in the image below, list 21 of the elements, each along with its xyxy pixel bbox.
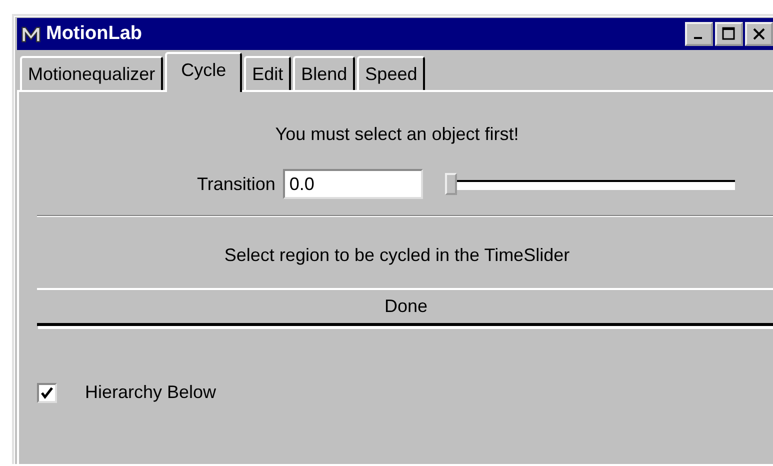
window-title: MotionLab [46,23,144,45]
tab[interactable]: Edit [244,56,292,90]
close-button[interactable] [745,22,773,46]
tab[interactable]: Motionequalizer [20,56,164,90]
minimize-button[interactable] [685,22,713,46]
minimize-icon [694,37,702,39]
instruction-text: Select region to be cycled in the TimeSlider [223,245,571,266]
checkbox-label[interactable]: Hierarchy Below [85,382,216,403]
field-label: Transition [197,174,276,194]
checkbox[interactable] [37,382,57,402]
close-icon [751,27,767,41]
app-icon [20,24,42,44]
tab[interactable]: Speed [357,56,426,90]
tab[interactable]: Blend [293,56,356,90]
maximize-icon [721,27,737,41]
tab[interactable]: Cycle [165,52,242,92]
status-message: You must select an object first! [274,124,520,145]
done-button[interactable]: Done [37,288,773,326]
slider-thumb[interactable] [445,173,458,195]
transition-field[interactable]: 0.0 [283,169,424,199]
maximize-button[interactable] [715,22,743,46]
